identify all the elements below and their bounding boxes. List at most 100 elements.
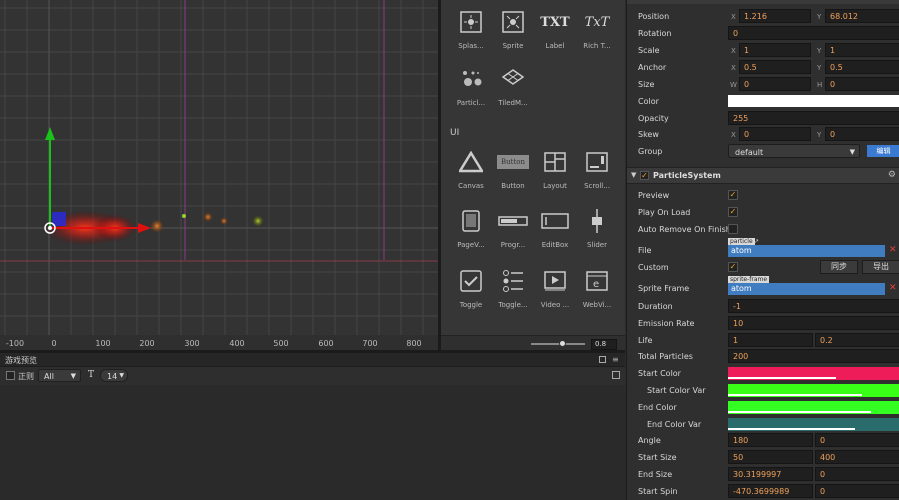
prop-start-size: Start Size 50 400 — [627, 449, 899, 466]
prop-label: Duration — [638, 302, 673, 311]
emission-rate-input[interactable]: 10 — [728, 316, 899, 330]
component-header[interactable]: ▼ ✓ ParticleSystem ⚙ — [627, 167, 899, 184]
regex-checkbox[interactable] — [6, 371, 15, 380]
start-size-input[interactable]: 50 — [728, 450, 813, 464]
panel-tab-bar: 游戏预览 ≡ — [0, 353, 625, 367]
prop-label: Rotation — [638, 29, 672, 38]
edit-group-button[interactable]: 编辑 — [867, 145, 899, 157]
start-spin-input[interactable]: -470.3699989 — [728, 484, 813, 498]
end-size-var-input[interactable]: 0 — [815, 467, 899, 481]
widget-library-panel: Splas... Sprite TXT Label TxT Rich T... … — [441, 0, 625, 335]
scene-view[interactable]: -100 0 100 200 300 400 500 600 700 800 — [0, 0, 438, 350]
collapse-arrow-icon[interactable]: ▼ — [631, 171, 636, 179]
widget-button[interactable]: Button Button — [491, 146, 535, 202]
filter-select[interactable]: All ▼ — [38, 369, 81, 382]
widget-togglegroup[interactable]: Toggle... — [491, 265, 535, 321]
widget-slider[interactable]: Slider — [575, 205, 619, 261]
angle-var-input[interactable]: 0 — [815, 433, 899, 447]
start-color-swatch[interactable] — [728, 367, 899, 380]
widget-splash[interactable]: Splas... — [449, 6, 493, 62]
position-x-input[interactable]: 1.216 — [739, 9, 811, 23]
group-select[interactable]: default ▼ — [728, 144, 860, 158]
widget-label-text[interactable]: TXT Label — [533, 6, 577, 62]
widget-tiledmap[interactable]: TiledM... — [491, 63, 535, 119]
locate-asset-icon[interactable]: ↗ — [765, 276, 770, 283]
position-y-input[interactable]: 68.012 — [825, 9, 899, 23]
widget-progressbar[interactable]: Progr... — [491, 205, 535, 261]
size-height-input[interactable]: 0 — [825, 77, 899, 91]
start-size-var-input[interactable]: 400 — [815, 450, 899, 464]
start-spin-var-input[interactable]: 0 — [815, 484, 899, 498]
auto-remove-checkbox[interactable] — [728, 224, 738, 234]
play-on-load-checkbox[interactable]: ✓ — [728, 207, 738, 217]
skew-y-input[interactable]: 0 — [825, 127, 899, 141]
prop-start-color: Start Color — [627, 365, 899, 382]
prop-anchor: Anchor X 0.5 Y 0.5 — [627, 59, 899, 76]
popout-icon[interactable] — [599, 356, 606, 363]
ruler-label: 0 — [51, 339, 57, 348]
widget-scrollview[interactable]: Scroll... — [575, 146, 619, 202]
chevron-down-icon: ▼ — [849, 148, 855, 156]
locate-asset-icon[interactable]: ↗ — [754, 238, 759, 245]
opacity-input[interactable]: 255 — [728, 111, 899, 125]
widget-toggle[interactable]: Toggle — [449, 265, 493, 321]
scale-y-input[interactable]: 1 — [825, 43, 899, 57]
font-size-icon: T — [88, 370, 95, 380]
ruler-label: -100 — [5, 339, 25, 348]
anchor-x-input[interactable]: 0.5 — [739, 60, 811, 74]
zoom-slider[interactable] — [531, 340, 585, 347]
widget-video[interactable]: Video ... — [533, 265, 577, 321]
prop-start-spin: Start Spin -470.3699989 0 — [627, 483, 899, 500]
widget-particle[interactable]: Particl... — [449, 63, 493, 119]
rotation-input[interactable]: 0 — [728, 26, 899, 40]
widget-canvas[interactable]: Canvas — [449, 146, 493, 202]
start-color-var-swatch[interactable] — [728, 384, 899, 397]
font-size-select[interactable]: 14 ▼ — [100, 369, 128, 382]
gear-icon[interactable]: ⚙ — [888, 170, 896, 180]
label-icon: TXT — [540, 14, 570, 30]
scale-x-input[interactable]: 1 — [739, 43, 811, 57]
collapse-icon[interactable] — [612, 371, 620, 379]
widget-label: Video ... — [540, 301, 570, 309]
preview-checkbox[interactable]: ✓ — [728, 190, 738, 200]
alpha-bar — [728, 377, 837, 379]
menu-icon[interactable]: ≡ — [612, 355, 619, 364]
size-width-input[interactable]: 0 — [739, 77, 811, 91]
widget-editbox[interactable]: EditBox — [533, 205, 577, 261]
clear-icon[interactable]: ✕ — [889, 245, 897, 255]
angle-input[interactable]: 180 — [728, 433, 813, 447]
life-var-input[interactable]: 0.2 — [815, 333, 899, 347]
zoom-value[interactable]: 0.8 — [591, 339, 617, 350]
widget-label: Button — [501, 182, 525, 190]
layout-icon — [533, 146, 577, 178]
widget-richtext[interactable]: TxT Rich T... — [575, 6, 619, 62]
duration-input[interactable]: -1 — [728, 299, 899, 313]
sprite-frame-asset-field[interactable]: atom — [728, 283, 885, 295]
end-color-swatch[interactable] — [728, 401, 899, 414]
anchor-y-input[interactable]: 0.5 — [825, 60, 899, 74]
widget-label: Label — [545, 42, 565, 50]
prop-label: Preview — [638, 191, 670, 200]
widget-pageview[interactable]: PageV... — [449, 205, 493, 261]
export-button[interactable]: 导出 — [862, 260, 899, 274]
component-enabled-checkbox[interactable]: ✓ — [640, 171, 649, 180]
custom-checkbox[interactable]: ✓ — [728, 262, 738, 272]
widget-webview[interactable]: e WebVi... — [575, 265, 619, 321]
game-preview-tab[interactable]: 游戏预览 — [5, 355, 37, 366]
clear-icon[interactable]: ✕ — [889, 283, 897, 293]
total-particles-input[interactable]: 200 — [728, 349, 899, 363]
file-asset-field[interactable]: atom — [728, 245, 885, 257]
color-swatch[interactable] — [728, 95, 899, 107]
ui-section-heading: UI — [450, 128, 460, 138]
sync-button[interactable]: 同步 — [820, 260, 858, 274]
zoom-slider-handle[interactable] — [559, 340, 567, 347]
skew-x-input[interactable]: 0 — [739, 127, 811, 141]
prop-total-particles: Total Particles 200 — [627, 348, 899, 365]
end-color-var-swatch[interactable] — [728, 418, 899, 431]
end-size-input[interactable]: 30.3199997 — [728, 467, 813, 481]
widget-sprite[interactable]: Sprite — [491, 6, 535, 62]
life-input[interactable]: 1 — [728, 333, 813, 347]
widget-layout[interactable]: Layout — [533, 146, 577, 202]
button-icon: Button — [491, 146, 535, 178]
prop-label: Size — [638, 80, 655, 89]
